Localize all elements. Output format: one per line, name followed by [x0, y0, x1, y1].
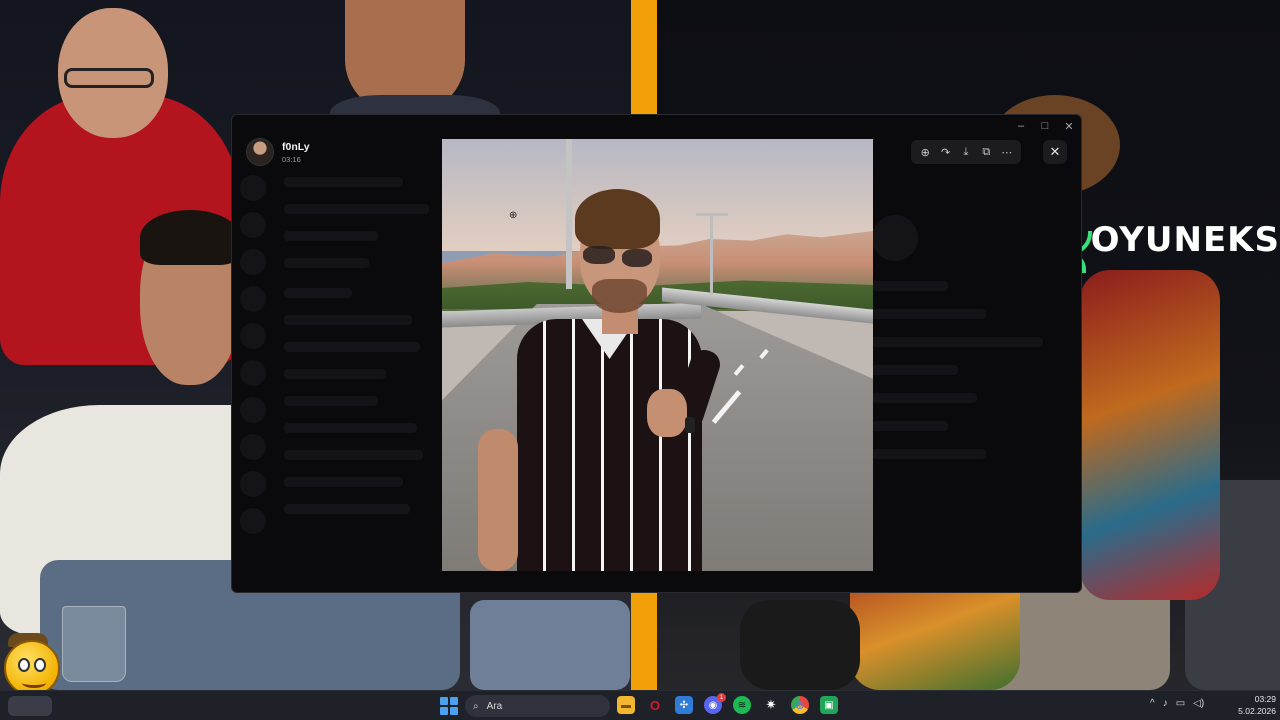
boot [740, 600, 860, 690]
viewer-close-button[interactable]: ✕ [1043, 140, 1067, 164]
dimmed-profile-panel [872, 215, 1062, 477]
file-explorer-icon[interactable]: ▬ [617, 696, 635, 714]
more-icon[interactable]: ⋯ [998, 143, 1016, 161]
system-tray: ^ ♪ ▭ ◁) [1150, 698, 1204, 709]
speaker-icon[interactable]: ◁) [1193, 698, 1204, 709]
zoom-cursor-icon: ⊕ [509, 210, 518, 221]
window-controls: – □ ✕ [1009, 115, 1081, 137]
clock-time: 03:29 [1254, 694, 1276, 704]
steam-settings-icon[interactable]: ✷ [762, 696, 780, 714]
opera-icon[interactable]: O [646, 696, 664, 714]
oyuneks-logo-text: OYUNEKS [1090, 220, 1280, 260]
person-red-head [58, 8, 168, 138]
chevron-up-icon[interactable]: ^ [1150, 698, 1155, 709]
spotify-icon[interactable]: ≋ [733, 696, 751, 714]
network-app-icon[interactable]: ✣ [675, 696, 693, 714]
photo-sunglasses [583, 246, 615, 264]
discord-badge: 1 [717, 693, 726, 702]
clock-date: 5.02.2026 [1238, 706, 1276, 716]
person-jeans-second [470, 600, 630, 690]
microphone-icon[interactable]: ♪ [1163, 698, 1168, 709]
open-external-icon[interactable]: ⧉ [977, 143, 995, 161]
discord-icon[interactable]: ◉ 1 [704, 693, 726, 714]
uploader-avatar[interactable] [246, 138, 274, 166]
uploader-info[interactable]: f0nLy 03:16 [246, 138, 310, 166]
viewer-toolbar: ⊕ ↷ ⤓ ⧉ ⋯ [911, 140, 1021, 164]
dimmed-channel-list [284, 177, 454, 531]
download-icon[interactable]: ⤓ [957, 143, 975, 161]
window-minimize-button[interactable]: – [1009, 115, 1033, 137]
taskbar-widget[interactable] [8, 696, 52, 716]
photo-street-lamp [566, 139, 572, 289]
taskbar-apps: ▬ O ✣ ◉ 1 ≋ ✷ ◍ ▣ [617, 693, 838, 714]
taskbar: ⌕ Ara ▬ O ✣ ◉ 1 ≋ ✷ ◍ ▣ ^ ♪ ▭ ◁) 03:29 5… [0, 690, 1280, 720]
search-placeholder: Ara [486, 700, 503, 712]
taskbar-search[interactable]: ⌕ Ara [465, 695, 610, 717]
zoom-in-icon[interactable]: ⊕ [916, 143, 934, 161]
window-titlebar[interactable]: – □ ✕ [232, 115, 1081, 137]
dimmed-server-list [240, 175, 272, 592]
uploader-name: f0nLy [282, 140, 310, 153]
rotate-icon[interactable]: ↷ [937, 143, 955, 161]
emoji-sticker-icon [4, 640, 60, 696]
upload-time: 03:16 [282, 154, 301, 164]
drinking-glass [62, 606, 126, 682]
viewed-photo[interactable]: ⊕ [442, 139, 873, 571]
window-maximize-button[interactable]: □ [1033, 115, 1057, 137]
chrome-icon[interactable]: ◍ [791, 696, 809, 714]
search-icon: ⌕ [473, 700, 479, 712]
taskbar-clock[interactable]: 03:29 5.02.2026 [1230, 694, 1276, 716]
photo-street-lamp-far [710, 215, 713, 295]
person-right-dress [1080, 270, 1220, 600]
photo-watch [685, 417, 695, 433]
display-icon[interactable]: ▭ [1176, 698, 1185, 709]
green-app-icon[interactable]: ▣ [820, 696, 838, 714]
start-button[interactable] [440, 697, 458, 715]
person-white-hair [140, 210, 240, 265]
window-close-button[interactable]: ✕ [1057, 115, 1081, 137]
app-window: – □ ✕ f0nLy 03:16 ⊕ ⊕ ↷ ⤓ ⧉ ⋯ ✕ [231, 114, 1082, 593]
